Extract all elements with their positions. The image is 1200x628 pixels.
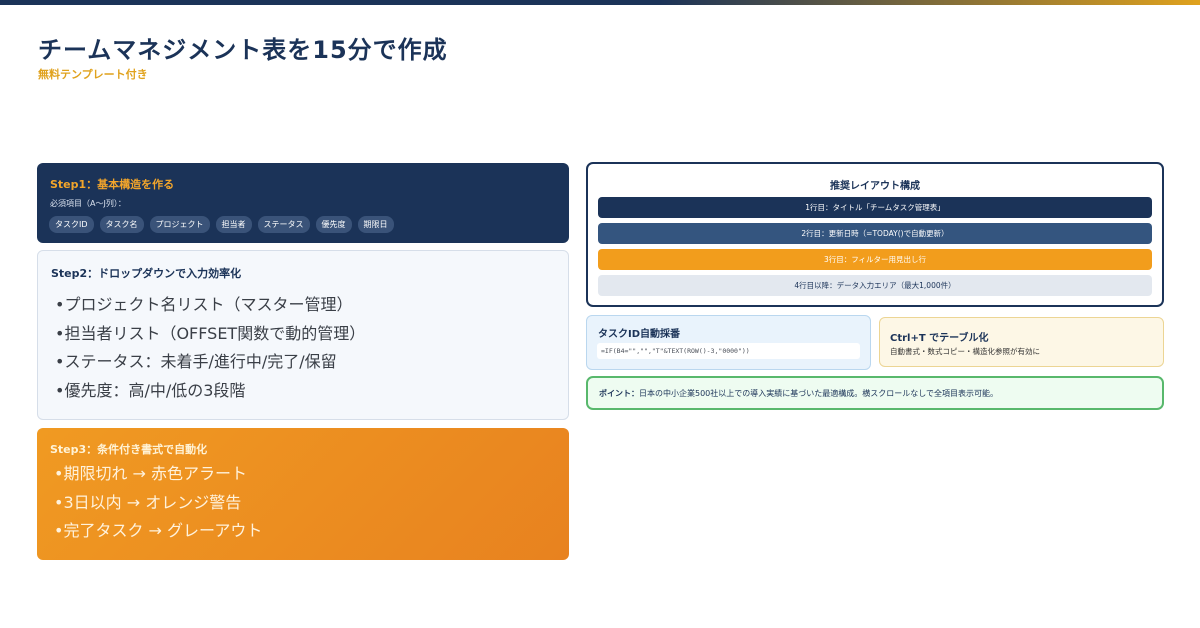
field-chip: 担当者 bbox=[215, 216, 252, 233]
step2-card: Step2：ドロップダウンで入力効率化 •プロジェクト名リスト（マスター管理） … bbox=[37, 250, 569, 420]
table-shortcut-title: Ctrl+T でテーブル化 bbox=[890, 333, 989, 344]
step2-title: Step2：ドロップダウンで入力効率化 bbox=[51, 267, 242, 280]
field-chip-list: タスクID タスク名 プロジェクト 担当者 ステータス 優先度 期限日 bbox=[49, 216, 394, 233]
table-shortcut-card: Ctrl+T でテーブル化 自動書式・数式コピー・構造化参照が有効に bbox=[879, 317, 1164, 367]
list-item: •担当者リスト（OFFSET関数で動的管理） bbox=[55, 323, 366, 343]
list-item: •プロジェクト名リスト（マスター管理） bbox=[55, 295, 353, 314]
field-chip: 優先度 bbox=[315, 216, 352, 233]
formula-code: =IF(B4="","","T"&TEXT(ROW()-3,"0000")) bbox=[597, 343, 860, 359]
step3-list: •期限切れ → 赤色アラート •3日以内 → オレンジ警告 •完了タスク → グ… bbox=[54, 460, 262, 546]
list-item: •期限切れ → 赤色アラート bbox=[54, 464, 248, 483]
task-id-card: タスクID自動採番 =IF(B4="","","T"&TEXT(ROW()-3,… bbox=[586, 315, 871, 370]
layout-row-list: 1行目：タイトル「チームタスク管理表」 2行目：更新日時（=TODAY()で自動… bbox=[598, 197, 1152, 301]
point-label: ポイント： bbox=[599, 389, 639, 398]
layout-row-1: 1行目：タイトル「チームタスク管理表」 bbox=[598, 197, 1152, 218]
layout-title: 推奨レイアウト構成 bbox=[830, 181, 920, 192]
table-shortcut-desc: 自動書式・数式コピー・構造化参照が有効に bbox=[890, 347, 1040, 356]
required-fields-label: 必須項目（A〜J列）： bbox=[50, 199, 126, 208]
step3-title: Step3：条件付き書式で自動化 bbox=[50, 443, 208, 456]
field-chip: タスクID bbox=[49, 216, 94, 233]
step3-card: Step3：条件付き書式で自動化 •期限切れ → 赤色アラート •3日以内 → … bbox=[37, 428, 569, 560]
field-chip: 期限日 bbox=[357, 216, 394, 233]
step1-card: Step1：基本構造を作る 必須項目（A〜J列）： タスクID タスク名 プロジ… bbox=[37, 163, 569, 243]
list-item: •3日以内 → オレンジ警告 bbox=[54, 492, 242, 512]
page-subtitle: 無料テンプレート付き bbox=[38, 68, 148, 81]
layout-row-2: 2行目：更新日時（=TODAY()で自動更新） bbox=[598, 223, 1152, 244]
step1-title: Step1：基本構造を作る bbox=[50, 178, 175, 191]
point-text-line: ポイント：日本の中小企業500社以上での導入実績に基づいた最適構成。横スクロール… bbox=[599, 388, 998, 399]
list-item: •完了タスク → グレーアウト bbox=[54, 521, 263, 540]
layout-row-4: 4行目以降：データ入力エリア（最大1,000件） bbox=[598, 275, 1152, 296]
field-chip: タスク名 bbox=[99, 216, 144, 233]
page-title: チームマネジメント表を15分で作成 bbox=[38, 36, 448, 64]
top-accent-bar bbox=[0, 0, 1200, 5]
point-callout: ポイント：日本の中小企業500社以上での導入実績に基づいた最適構成。横スクロール… bbox=[586, 376, 1164, 410]
layout-row-3: 3行目：フィルター用見出し行 bbox=[598, 249, 1152, 270]
list-item: •ステータス：未着手/進行中/完了/保留 bbox=[55, 352, 337, 371]
field-chip: プロジェクト bbox=[149, 216, 210, 233]
field-chip: ステータス bbox=[257, 216, 310, 233]
recommended-layout-card: 推奨レイアウト構成 1行目：タイトル「チームタスク管理表」 2行目：更新日時（=… bbox=[586, 162, 1164, 307]
step2-list: •プロジェクト名リスト（マスター管理） •担当者リスト（OFFSET関数で動的管… bbox=[55, 291, 365, 405]
point-text: 日本の中小企業500社以上での導入実績に基づいた最適構成。横スクロールなしで全項… bbox=[639, 389, 999, 398]
list-item: •優先度：高/中/低の3段階 bbox=[55, 380, 246, 400]
task-id-title: タスクID自動採番 bbox=[598, 329, 681, 340]
